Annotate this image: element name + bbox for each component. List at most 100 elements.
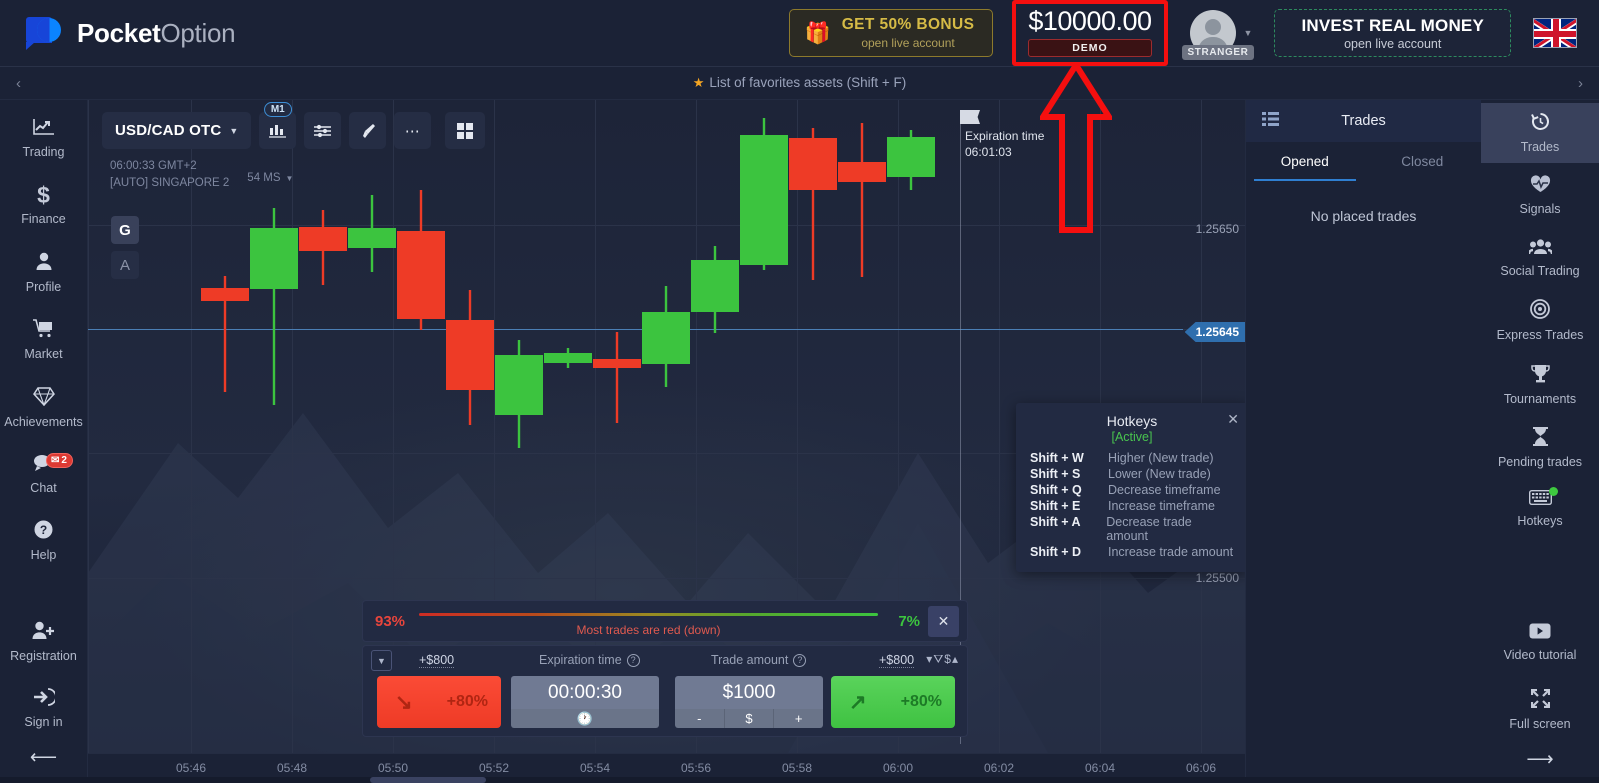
account-type-badge[interactable]: DEMO [1028,38,1152,57]
help-icon[interactable]: ? [793,653,807,667]
more-options-button[interactable]: ⋯ [394,112,432,149]
balance-annotation-box: $10000.00 DEMO [1012,0,1168,66]
chat-unread-badge[interactable]: ✉ 2 [46,452,73,468]
sidebar-item-finance[interactable]: $ Finance [0,177,87,233]
horizontal-scrollbar[interactable] [0,777,1599,783]
price-tick-0: 1.25650 [1195,222,1239,236]
trades-tabs: Opened Closed [1246,142,1481,181]
rsb-item-hotkeys[interactable]: Hotkeys [1481,481,1599,537]
target-icon [1530,299,1550,323]
uk-flag-icon[interactable] [1533,18,1577,48]
sidebar-label-market: Market [24,347,63,362]
scrollbar-thumb[interactable] [370,777,486,783]
lower-trade-button[interactable]: ↘ +80% [377,676,501,728]
expiration-value[interactable]: 00:00:30 [511,676,659,709]
time-tick-5: 05:56 [680,761,712,775]
history-icon [1530,112,1550,135]
sidebar-label-help: Help [30,548,57,563]
clock-icon[interactable]: 🕐 [511,709,659,728]
list-icon[interactable] [1262,112,1279,130]
user-menu[interactable]: STRANGER ▼ [1181,10,1255,60]
chevron-down-icon: ▼ [285,173,294,183]
sidebar-item-market[interactable]: Market [0,312,87,368]
layout-button[interactable] [445,112,486,149]
sidebar-item-chat[interactable]: ✉ 2 Chat [0,447,87,502]
sidebar-item-signin[interactable]: Sign in [0,681,87,736]
favorites-scroll-right[interactable]: › [1578,75,1583,92]
chat-badge-count: 2 [61,454,67,466]
rsb-item-pending-trades[interactable]: Pending trades [1481,418,1599,478]
rsb-label-hotkeys: Hotkeys [1517,514,1563,529]
tab-closed[interactable]: Closed [1364,142,1482,181]
rsb-item-express-trades[interactable]: Express Trades [1481,290,1599,351]
get-bonus-button[interactable]: 🎁 GET 50% BONUS open live account [788,9,994,57]
timeframe-badge[interactable]: M1 [263,102,292,117]
increase-amount-button[interactable]: + [773,709,823,728]
rsb-item-full-screen[interactable]: Full screen [1481,680,1599,740]
expiration-time-text: Expiration time [539,653,622,667]
ping-selector[interactable]: 54 MS ▼ [247,172,293,184]
tab-opened[interactable]: Opened [1246,142,1364,181]
asset-selector[interactable]: USD/CAD OTC ▼ [102,112,252,149]
collapse-panel-button[interactable]: ▼ [371,650,392,671]
hotkeys-popup[interactable]: ✕ Hotkeys [Active] Shift + W Higher (New… [1016,403,1245,572]
rsb-item-tournaments[interactable]: Tournaments [1481,355,1599,415]
rsb-item-social-trading[interactable]: Social Trading [1481,229,1599,287]
invest-real-money-button[interactable]: INVEST REAL MONEY open live account [1274,9,1511,57]
time-tick-4: 05:54 [579,761,611,775]
account-balance[interactable]: $10000.00 [1028,7,1152,36]
bonus-title: GET 50% BONUS [841,16,975,33]
decrease-amount-button[interactable]: - [675,709,724,728]
overlay-button-g[interactable]: G [111,216,139,244]
expand-sidebar-button[interactable]: ⟶ [1481,748,1599,775]
sidebar-label-signin: Sign in [24,714,63,729]
hotkey-desc: Decrease trade amount [1106,515,1192,543]
close-icon[interactable]: ✕ [1227,412,1239,426]
sidebar-label-profile: Profile [25,279,62,294]
cart-icon [33,319,54,342]
bonus-subtitle: open live account [861,36,955,50]
trade-amount-field[interactable]: $1000 - $ + [675,676,823,728]
amount-value[interactable]: $1000 [675,676,823,709]
hotkey-row: Shift + W Higher (New trade) [1030,451,1234,465]
rsb-item-video-tutorial[interactable]: Video tutorial [1481,614,1599,671]
trades-empty-message: No placed trades [1310,208,1417,224]
collapse-sidebar-button[interactable]: ⟵ [0,746,87,775]
invest-subtitle: open live account [1344,36,1442,51]
hotkey-row: Shift + S Lower (New trade) [1030,467,1234,481]
ping-value: 54 MS [247,172,281,184]
expiration-time-field[interactable]: 00:00:30 🕐 [511,676,659,728]
rsb-label-full-screen: Full screen [1509,716,1571,731]
sentiment-gradient-line [419,613,878,616]
currency-button[interactable]: $ [723,709,774,728]
payout-right: +$800 [879,653,915,668]
left-sidebar-bottom: Registration Sign in ⟵ [0,614,87,775]
overlay-button-a[interactable]: A [111,251,139,279]
hotkey-key: Shift + A [1030,515,1081,529]
left-sidebar: Trading $ Finance Profile Market Achieve… [0,100,88,783]
logo-text: PocketOption [77,17,236,49]
app-logo[interactable]: PocketOption [26,17,236,49]
sidebar-item-profile[interactable]: Profile [0,245,87,301]
hotkey-desc: Increase trade amount [1108,545,1234,559]
trade-amount-text: Trade amount [711,653,789,667]
rsb-item-trades[interactable]: Trades [1481,103,1599,164]
envelope-icon: ✉ [51,454,60,466]
sidebar-item-trading[interactable]: Trading [0,111,87,166]
favorites-scroll-left[interactable]: ‹ [16,75,21,92]
favorites-label[interactable]: ★ List of favorites assets (Shift + F) [693,75,907,91]
chart-type-button[interactable]: M1 [259,102,297,149]
draw-tools-button[interactable] [349,112,387,149]
close-icon[interactable]: ✕ [928,605,959,637]
panel-corner-icons[interactable]: ▾⛛$▴ [926,652,959,667]
help-icon[interactable]: ? [626,653,640,667]
sidebar-item-registration[interactable]: Registration [0,614,87,670]
indicators-button[interactable] [304,112,342,149]
sidebar-item-achievements[interactable]: Achievements [0,380,87,436]
sidebar-label-finance: Finance [21,212,66,227]
rsb-item-signals[interactable]: Signals [1481,166,1599,225]
candles-icon [269,124,287,138]
higher-trade-button[interactable]: ↗ +80% [831,676,955,728]
logo-light: Option [160,17,236,48]
sidebar-item-help[interactable]: ? Help [0,513,87,569]
